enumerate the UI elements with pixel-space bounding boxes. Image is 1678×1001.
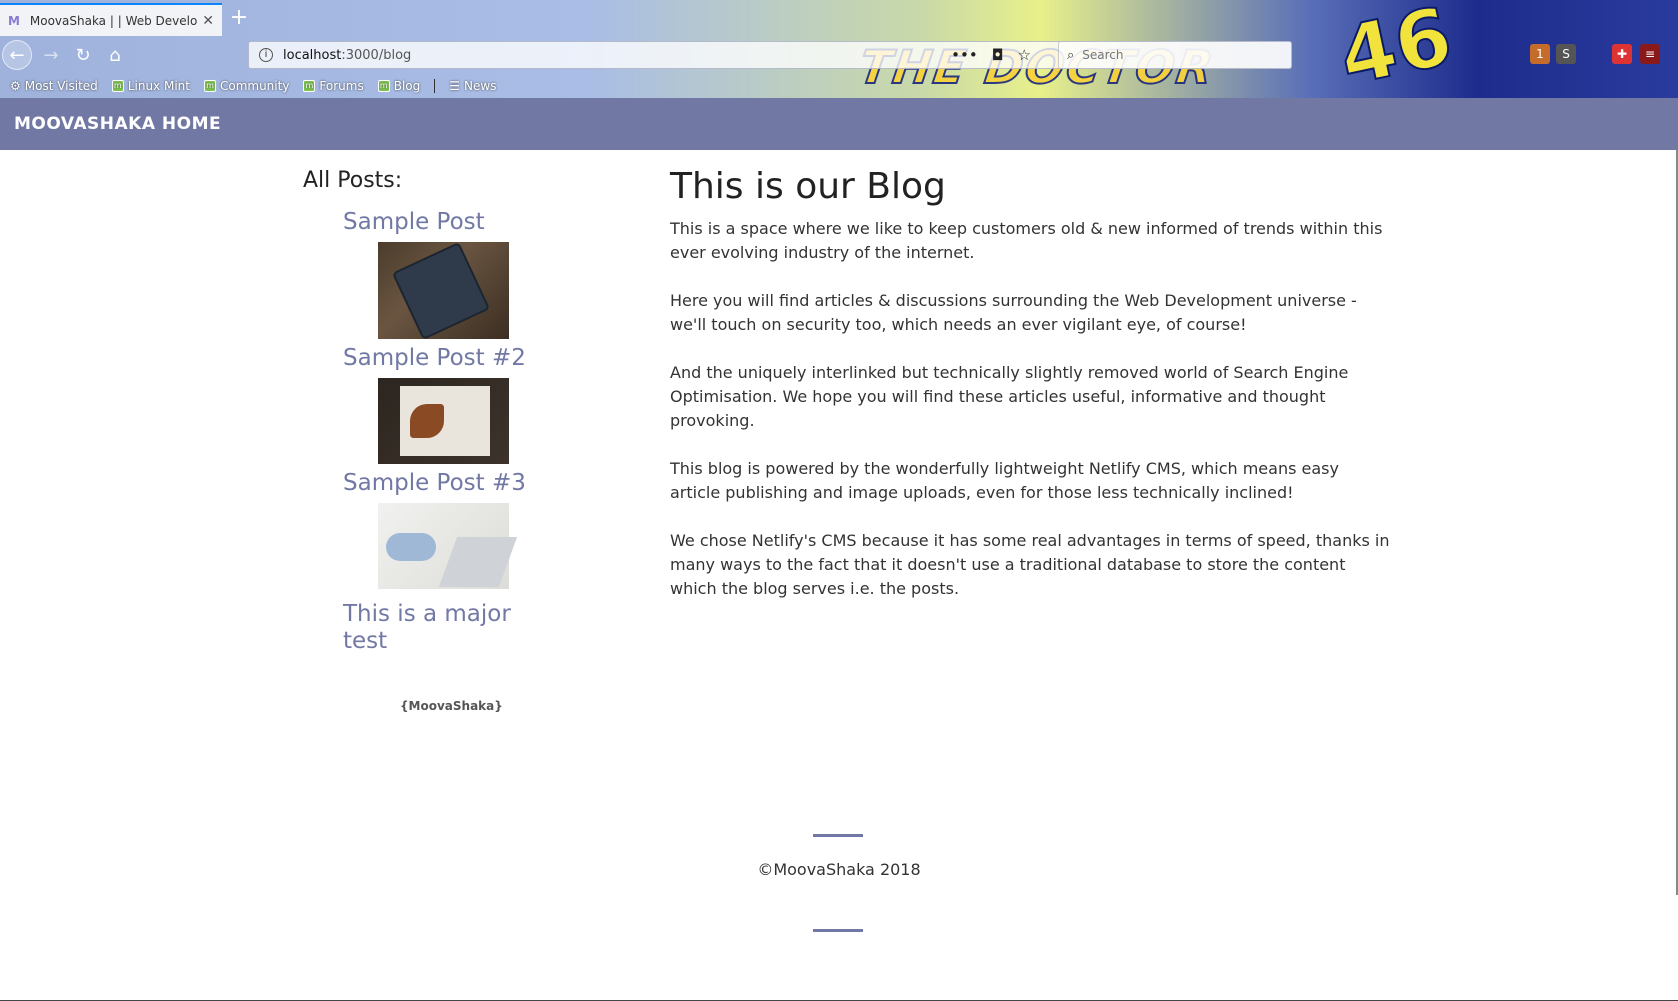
- search-box[interactable]: ⌕: [1058, 41, 1292, 69]
- posts-sidebar: All Posts: Sample Post Sample Post #2 Sa…: [303, 168, 563, 713]
- extension-red-icon[interactable]: ✚: [1612, 44, 1632, 64]
- post-link[interactable]: This is a major test: [343, 601, 543, 655]
- mint-icon: m: [203, 80, 216, 92]
- rss-icon: ☰: [449, 79, 461, 93]
- bookmark-label: Community: [219, 79, 290, 93]
- bookmark-separator: [434, 79, 436, 93]
- footer-divider-top: [813, 834, 863, 837]
- browser-tab[interactable]: M MoovaShaka | | Web Develop ✕: [0, 3, 222, 36]
- info-icon[interactable]: i: [259, 48, 273, 62]
- intro-paragraph: And the uniquely interlinked but technic…: [670, 363, 1349, 430]
- post-item: This is a major test: [343, 601, 543, 655]
- footer-copyright: ©MoovaShaka 2018: [757, 860, 921, 879]
- forward-button[interactable]: →: [36, 40, 66, 70]
- footer-divider-bottom: [813, 929, 863, 932]
- brand-logo-text: {MoovaShaka}: [400, 699, 503, 713]
- blog-intro: This is our Blog This is a space where w…: [670, 166, 1390, 625]
- bookmark-label: Linux Mint: [127, 79, 190, 93]
- post-link[interactable]: Sample Post #3: [343, 470, 543, 497]
- post-thumbnail[interactable]: [378, 378, 509, 464]
- tab-title: MoovaShaka | | Web Develop: [29, 13, 199, 28]
- mint-icon: m: [303, 80, 316, 92]
- intro-paragraph: This is a space where we like to keep cu…: [670, 219, 1383, 262]
- post-thumbnail[interactable]: [378, 503, 509, 589]
- post-item: Sample Post: [343, 209, 543, 339]
- url-tools: ••• ◘ ☆: [951, 46, 1031, 64]
- extension-badge-count: 1: [1536, 47, 1544, 61]
- extension-badge-icon[interactable]: 1: [1530, 44, 1550, 64]
- bookmark-label: News: [464, 79, 497, 93]
- bookmark-label: Most Visited: [24, 79, 98, 93]
- favicon-icon: M: [8, 13, 20, 28]
- bookmarks-bar: ⚙ Most Visited m Linux Mint m Community …: [0, 74, 1678, 98]
- reload-icon: ↻: [75, 44, 91, 66]
- bookmark-star-icon[interactable]: ☆: [1018, 46, 1031, 64]
- intro-paragraph: We chose Netlify's CMS because it has so…: [670, 531, 1390, 598]
- extension-s-icon[interactable]: S: [1556, 44, 1576, 64]
- home-button[interactable]: ⌂: [100, 40, 130, 70]
- url-path: :3000/blog: [341, 47, 412, 63]
- bookmark-linux-mint[interactable]: m Linux Mint: [111, 79, 190, 93]
- post-link[interactable]: Sample Post #2: [343, 345, 543, 372]
- reload-button[interactable]: ↻: [68, 40, 98, 70]
- search-icon: ⌕: [1067, 47, 1075, 63]
- nav-home-link[interactable]: MOOVASHAKA HOME: [14, 114, 221, 134]
- post-item: Sample Post #3: [343, 470, 543, 589]
- bookmark-label: Blog: [393, 79, 421, 93]
- menu-icon[interactable]: ≡: [1640, 44, 1660, 64]
- bookmark-label: Forums: [319, 79, 364, 93]
- navigation-toolbar: ← → ↻ ⌂ i localhost:3000/blog ••• ◘ ☆ ⌕ …: [0, 36, 1678, 74]
- bookmark-community[interactable]: m Community: [203, 79, 290, 93]
- home-icon: ⌂: [109, 44, 121, 66]
- close-icon[interactable]: ✕: [202, 13, 214, 29]
- site-navbar: MOOVASHAKA HOME: [0, 98, 1678, 150]
- new-tab-button[interactable]: +: [228, 6, 250, 30]
- tab-strip: M MoovaShaka | | Web Develop ✕ +: [0, 0, 1678, 36]
- post-item: Sample Post #2: [343, 345, 543, 464]
- post-link[interactable]: Sample Post: [343, 209, 543, 236]
- page-title: This is our Blog: [670, 166, 946, 207]
- back-button[interactable]: ←: [2, 40, 32, 70]
- bookmark-news[interactable]: ☰ News: [449, 79, 496, 93]
- pocket-icon[interactable]: ◘: [992, 46, 1004, 64]
- url-host: localhost: [283, 47, 342, 63]
- post-thumbnail[interactable]: [378, 242, 509, 339]
- mint-icon: m: [377, 80, 390, 92]
- bookmark-most-visited[interactable]: ⚙ Most Visited: [10, 79, 98, 93]
- gear-icon: ⚙: [10, 79, 21, 93]
- arrow-right-icon: →: [43, 44, 59, 66]
- arrow-left-icon: ←: [9, 44, 25, 66]
- sidebar-heading: All Posts:: [303, 168, 403, 193]
- more-actions-icon[interactable]: •••: [951, 46, 978, 64]
- search-input[interactable]: [1082, 48, 1263, 62]
- intro-paragraph: This blog is powered by the wonderfully …: [670, 459, 1339, 502]
- mint-icon: m: [111, 80, 124, 92]
- bookmark-forums[interactable]: m Forums: [303, 79, 364, 93]
- intro-paragraph: Here you will find articles & discussion…: [670, 291, 1357, 334]
- bookmark-blog[interactable]: m Blog: [377, 79, 421, 93]
- browser-chrome: THE DOCTOR 46 M MoovaShaka | | Web Devel…: [0, 0, 1678, 98]
